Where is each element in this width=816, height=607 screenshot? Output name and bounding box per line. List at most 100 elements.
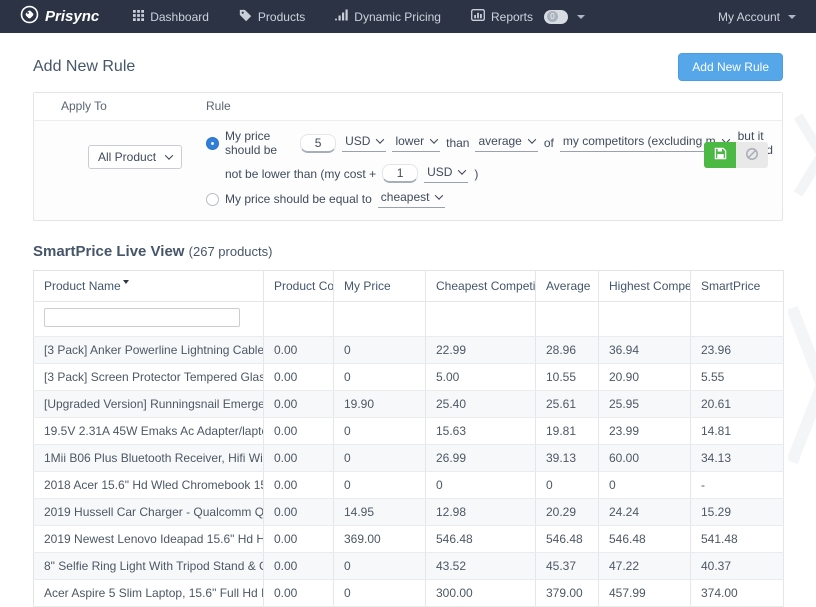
value-cell: 36.94 bbox=[599, 337, 691, 364]
table-header-row: Product NameProduct CostMy PriceCheapest… bbox=[34, 271, 784, 302]
value-cell: 19.81 bbox=[536, 418, 599, 445]
value-cell: 457.99 bbox=[599, 580, 691, 607]
signal-bars-icon bbox=[335, 9, 348, 24]
column-header: Average bbox=[536, 271, 599, 302]
chevron-down-icon bbox=[528, 135, 536, 143]
value-cell: 20.29 bbox=[536, 499, 599, 526]
ban-icon bbox=[745, 147, 759, 164]
page-title: Add New Rule bbox=[33, 58, 135, 76]
value-cell: 0.00 bbox=[264, 472, 334, 499]
nav-item-products[interactable]: Products bbox=[239, 9, 305, 25]
rule-option1-radio[interactable] bbox=[206, 137, 219, 150]
aggregate-select[interactable]: average bbox=[475, 134, 537, 152]
smartprice-product-count: (267 products) bbox=[189, 244, 273, 259]
value-cell: 546.48 bbox=[536, 526, 599, 553]
value-cell: 0 bbox=[536, 472, 599, 499]
reports-badge-count: 0 bbox=[547, 11, 558, 22]
column-header: SmartPrice bbox=[691, 271, 784, 302]
table-row[interactable]: [3 Pack] Anker Powerline Lightning Cable… bbox=[34, 337, 784, 364]
direction-select[interactable]: lower bbox=[392, 134, 440, 152]
rule-panel: Apply To Rule All Product My price shoul… bbox=[33, 92, 783, 221]
value-cell: 541.48 bbox=[691, 526, 784, 553]
sort-caret-icon bbox=[123, 280, 129, 284]
my-account-label: My Account bbox=[718, 10, 780, 24]
value-cell: 0 bbox=[426, 472, 536, 499]
value-cell: 0.00 bbox=[264, 337, 334, 364]
value-cell: 24.24 bbox=[599, 499, 691, 526]
column-header[interactable]: Product Name bbox=[34, 271, 264, 302]
nav-item-reports[interactable]: Reports 0 bbox=[471, 9, 585, 24]
product-name-cell: 19.5V 2.31A 45W Emaks Ac Adapter/laptop … bbox=[34, 418, 264, 445]
bar-chart-icon bbox=[471, 9, 485, 24]
nav-item-label: Reports bbox=[491, 10, 533, 24]
value-cell: 14.95 bbox=[334, 499, 426, 526]
table-row[interactable]: 2019 Newest Lenovo Ideapad 15.6" Hd High… bbox=[34, 526, 784, 553]
reports-badge: 0 bbox=[544, 10, 568, 24]
value-cell: 26.99 bbox=[426, 445, 536, 472]
value-cell: 0.00 bbox=[264, 499, 334, 526]
nav-item-label: Dynamic Pricing bbox=[354, 10, 441, 24]
rule-text: ) bbox=[474, 167, 478, 181]
table-row[interactable]: [3 Pack] Screen Protector Tempered Glass… bbox=[34, 364, 784, 391]
value-cell: 34.13 bbox=[691, 445, 784, 472]
add-new-rule-button[interactable]: Add New Rule bbox=[678, 53, 783, 81]
amount-input[interactable] bbox=[300, 134, 336, 153]
min-currency-select[interactable]: USD bbox=[424, 165, 468, 183]
rule-text: of bbox=[544, 136, 554, 150]
table-row[interactable]: 19.5V 2.31A 45W Emaks Ac Adapter/laptop … bbox=[34, 418, 784, 445]
value-cell: 546.48 bbox=[599, 526, 691, 553]
cancel-rule-button[interactable] bbox=[736, 142, 768, 168]
value-cell: 20.61 bbox=[691, 391, 784, 418]
table-row[interactable]: Acer Aspire 5 Slim Laptop, 15.6" Full Hd… bbox=[34, 580, 784, 607]
value-cell: 47.22 bbox=[599, 553, 691, 580]
value-cell: 0.00 bbox=[264, 526, 334, 553]
value-cell: 15.63 bbox=[426, 418, 536, 445]
product-name-filter-input[interactable] bbox=[44, 308, 240, 327]
value-cell: 0.00 bbox=[264, 553, 334, 580]
column-header[interactable]: Product Cost bbox=[264, 271, 334, 302]
rule-option2-radio[interactable] bbox=[206, 193, 219, 206]
value-cell: - bbox=[691, 472, 784, 499]
value-cell: 300.00 bbox=[426, 580, 536, 607]
equal-to-select[interactable]: cheapest bbox=[378, 190, 446, 208]
column-header: Cheapest Competitor bbox=[426, 271, 536, 302]
rule-text: not be lower than (my cost + bbox=[225, 167, 376, 181]
min-amount-input[interactable] bbox=[382, 164, 418, 183]
table-row[interactable]: 2019 Hussell Car Charger - Qualcomm Quic… bbox=[34, 499, 784, 526]
smartprice-table: Product NameProduct CostMy PriceCheapest… bbox=[33, 270, 784, 607]
nav-item-dynamic-pricing[interactable]: Dynamic Pricing bbox=[335, 9, 441, 24]
currency-select[interactable]: USD bbox=[342, 134, 386, 152]
tag-icon bbox=[239, 9, 252, 25]
save-icon bbox=[714, 147, 727, 163]
value-cell: 20.90 bbox=[599, 364, 691, 391]
value-cell: 10.55 bbox=[536, 364, 599, 391]
value-cell: 379.00 bbox=[536, 580, 599, 607]
my-account-menu[interactable]: My Account bbox=[718, 10, 796, 24]
apply-to-select[interactable]: All Product bbox=[88, 145, 182, 169]
value-cell: 28.96 bbox=[536, 337, 599, 364]
value-cell: 0.00 bbox=[264, 580, 334, 607]
table-row[interactable]: [Upgraded Version] Runningsnail Emergenc… bbox=[34, 391, 784, 418]
save-rule-button[interactable] bbox=[704, 142, 736, 168]
smartprice-heading: SmartPrice Live View (267 products) bbox=[33, 243, 783, 260]
value-cell: 0.00 bbox=[264, 418, 334, 445]
value-cell: 0.00 bbox=[264, 391, 334, 418]
smartprice-title: SmartPrice Live View bbox=[33, 243, 184, 260]
grid-icon bbox=[133, 10, 144, 24]
filter-row bbox=[34, 302, 784, 337]
nav-item-dashboard[interactable]: Dashboard bbox=[133, 10, 209, 24]
product-name-cell: 2019 Hussell Car Charger - Qualcomm Quic… bbox=[34, 499, 264, 526]
chevron-down-icon bbox=[430, 135, 438, 143]
value-cell: 5.55 bbox=[691, 364, 784, 391]
value-cell: 45.37 bbox=[536, 553, 599, 580]
table-row[interactable]: 8" Selfie Ring Light With Tripod Stand &… bbox=[34, 553, 784, 580]
filter-cell bbox=[34, 302, 264, 337]
prisync-logo[interactable]: Prisync bbox=[20, 5, 99, 28]
value-cell: 25.95 bbox=[599, 391, 691, 418]
table-row[interactable]: 1Mii B06 Plus Bluetooth Receiver, Hifi W… bbox=[34, 445, 784, 472]
chevron-down-icon bbox=[165, 151, 173, 159]
table-row[interactable]: 2018 Acer 15.6" Hd Wled Chromebook 15 Wi… bbox=[34, 472, 784, 499]
product-name-cell: 2019 Newest Lenovo Ideapad 15.6" Hd High… bbox=[34, 526, 264, 553]
value-cell: 22.99 bbox=[426, 337, 536, 364]
product-name-cell: [3 Pack] Screen Protector Tempered Glass… bbox=[34, 364, 264, 391]
